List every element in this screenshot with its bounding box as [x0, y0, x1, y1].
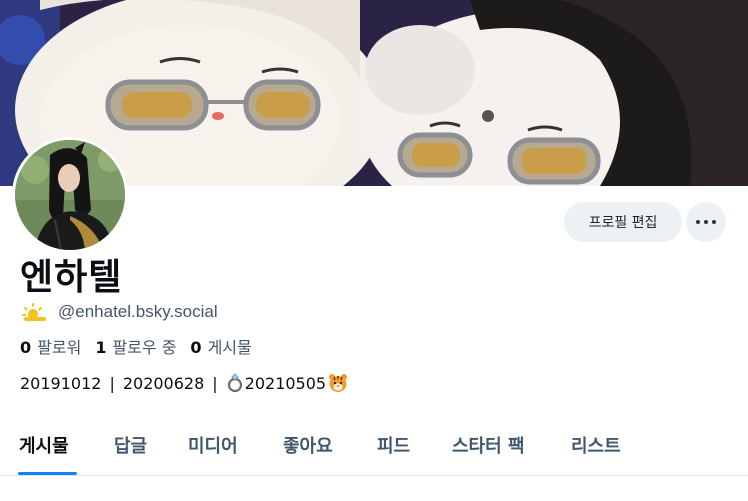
avatar[interactable] — [12, 137, 128, 253]
tab-starter-packs[interactable]: 스타터 팩 — [452, 420, 525, 476]
profile-page: 프로필 편집 엔하텔 @enhatel.bsky.social 0 팔로워 1 … — [0, 0, 748, 501]
bio-separator: | — [109, 373, 115, 393]
posts-stat: 0 게시물 — [190, 334, 251, 358]
tab-lists[interactable]: 리스트 — [571, 420, 621, 476]
avatar-image — [15, 140, 125, 250]
posts-label: 게시물 — [207, 338, 252, 357]
bio-separator: | — [212, 373, 218, 393]
sun-behind-cloud-icon — [22, 303, 46, 321]
tab-replies[interactable]: 답글 — [114, 420, 147, 476]
bio-date-3: 20210505 — [244, 373, 327, 393]
tab-feeds[interactable]: 피드 — [377, 420, 410, 476]
display-name: 엔하텔 — [20, 257, 123, 298]
bio-date-2: 20200628 — [122, 373, 205, 393]
tab-media[interactable]: 미디어 — [188, 420, 238, 476]
ring-icon — [227, 373, 242, 393]
followers-count: 0 — [20, 338, 32, 357]
followers-label: 팔로워 — [37, 338, 82, 357]
ellipsis-dot — [704, 220, 708, 224]
tab-likes[interactable]: 좋아요 — [283, 420, 333, 476]
posts-count: 0 — [190, 338, 202, 357]
bio-date-1: 20191012 — [20, 373, 102, 393]
more-options-button[interactable] — [686, 202, 726, 242]
handle[interactable]: @enhatel.bsky.social — [58, 302, 218, 322]
profile-bio: 20191012 | 20200628 | 20210505 — [20, 372, 348, 394]
following-stat[interactable]: 1 팔로우 중 — [95, 334, 176, 358]
edit-profile-button[interactable]: 프로필 편집 — [564, 202, 682, 242]
tiger-icon — [329, 374, 348, 392]
profile-tabs: 게시물 답글 미디어 좋아요 피드 스타터 팩 리스트 — [0, 420, 748, 476]
tab-posts[interactable]: 게시물 — [19, 420, 69, 476]
followers-stat[interactable]: 0 팔로워 — [20, 334, 81, 358]
profile-stats: 0 팔로워 1 팔로우 중 0 게시물 — [20, 335, 252, 357]
following-count: 1 — [95, 338, 107, 357]
following-label: 팔로우 중 — [112, 338, 177, 357]
handle-row: @enhatel.bsky.social — [22, 301, 218, 323]
ellipsis-icon — [696, 220, 700, 224]
ellipsis-dot — [712, 220, 716, 224]
active-tab-indicator — [18, 472, 77, 475]
